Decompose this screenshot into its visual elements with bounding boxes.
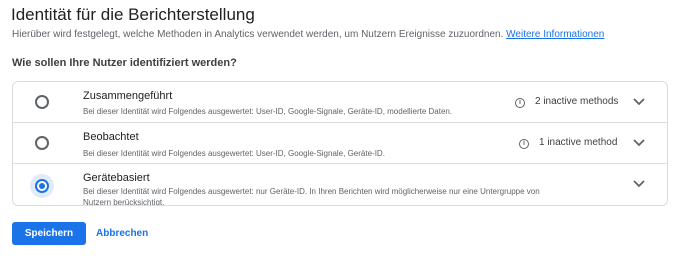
option-description: Bei dieser Identität wird Folgendes ausg… <box>83 107 453 116</box>
inactive-methods-label: 2 inactive methods <box>535 96 619 107</box>
radio-blended[interactable] <box>35 95 49 109</box>
chevron-down-icon[interactable] <box>633 98 645 106</box>
page-description: Hierüber wird festgelegt, welche Methode… <box>12 29 604 40</box>
chevron-down-icon[interactable] <box>633 139 645 147</box>
radio-device-based[interactable] <box>35 179 49 193</box>
more-info-link[interactable]: Weitere Informationen <box>506 29 604 40</box>
option-blended[interactable]: Zusammengeführt Bei dieser Identität wir… <box>13 82 667 123</box>
save-button[interactable]: Speichern <box>12 222 86 245</box>
cancel-button[interactable]: Abbrechen <box>96 222 148 245</box>
radio-observed[interactable] <box>35 136 49 150</box>
page-title: Identität für die Berichterstellung <box>11 5 255 24</box>
option-description: Bei dieser Identität wird Folgendes ausg… <box>83 149 385 158</box>
inactive-methods-label: 1 inactive method <box>539 137 618 148</box>
description-text: Hierüber wird festgelegt, welche Methode… <box>12 29 504 40</box>
option-title: Beobachtet <box>83 131 139 143</box>
option-title: Gerätebasiert <box>83 172 150 184</box>
option-description: Bei dieser Identität wird Folgendes ausg… <box>83 187 540 206</box>
option-title: Zusammengeführt <box>83 90 173 102</box>
option-device-based[interactable]: Gerätebasiert Bei dieser Identität wird … <box>13 164 667 206</box>
option-observed[interactable]: Beobachtet Bei dieser Identität wird Fol… <box>13 123 667 164</box>
info-icon: i <box>515 98 525 108</box>
identity-options: Zusammengeführt Bei dieser Identität wir… <box>12 81 668 206</box>
identity-question: Wie sollen Ihre Nutzer identifiziert wer… <box>12 57 237 69</box>
chevron-down-icon[interactable] <box>633 180 645 188</box>
info-icon: i <box>519 139 529 149</box>
